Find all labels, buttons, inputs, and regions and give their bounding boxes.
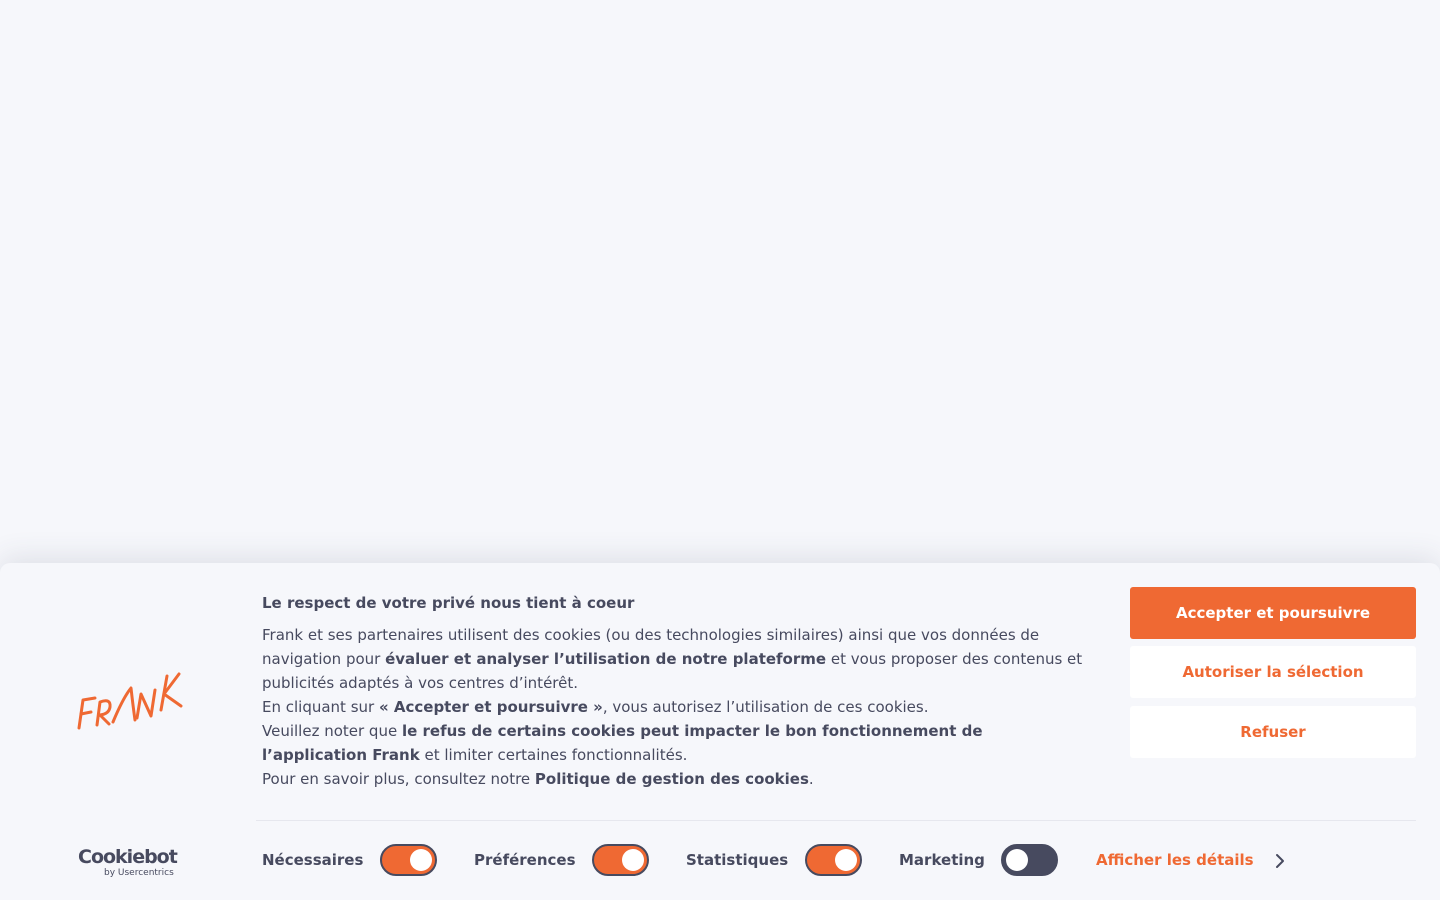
paragraph-data-usage: Frank et ses partenaires utilisent des c… xyxy=(262,626,1083,692)
banner-body: Frank et ses partenaires utilisent des c… xyxy=(262,623,1092,791)
statistics-toggle[interactable] xyxy=(805,844,862,876)
paragraph-accept-info: En cliquant sur « Accepter et poursuivre… xyxy=(262,698,929,716)
chevron-right-icon[interactable] xyxy=(1272,853,1288,869)
svg-text:Cookiebot: Cookiebot xyxy=(78,846,178,868)
marketing-toggle[interactable] xyxy=(1001,844,1058,876)
cookiebot-logo: Cookiebot by Usercentrics xyxy=(76,844,184,878)
consent-necessary-label: Nécessaires xyxy=(262,851,364,869)
consent-statistics-label: Statistiques xyxy=(686,851,789,869)
consent-marketing-label: Marketing xyxy=(899,851,985,869)
toggle-knob xyxy=(410,849,432,871)
toggle-knob xyxy=(622,849,644,871)
show-details-link[interactable]: Afficher les détails xyxy=(1096,851,1254,869)
cookie-policy-link[interactable]: Politique de gestion des cookies xyxy=(535,770,809,788)
consent-preferences-label: Préférences xyxy=(474,851,576,869)
deny-button[interactable]: Refuser xyxy=(1130,706,1416,758)
allow-selection-button[interactable]: Autoriser la sélection xyxy=(1130,646,1416,698)
consent-necessary: Nécessaires xyxy=(262,843,363,877)
accept-button[interactable]: Accepter et poursuivre xyxy=(1130,587,1416,639)
paragraph-policy: Pour en savoir plus, consultez notre Pol… xyxy=(262,770,814,788)
svg-text:by Usercentrics: by Usercentrics xyxy=(104,868,174,878)
toggle-knob xyxy=(1006,849,1028,871)
banner-title: Le respect de votre privé nous tient à c… xyxy=(262,594,635,612)
consent-statistics: Statistiques xyxy=(686,843,788,877)
consent-preferences: Préférences xyxy=(474,843,576,877)
frank-logo xyxy=(75,670,185,732)
divider xyxy=(256,820,1416,821)
paragraph-refusal-warning: Veuillez noter que le refus de certains … xyxy=(262,722,983,764)
toggle-knob xyxy=(835,849,857,871)
necessary-toggle[interactable] xyxy=(380,844,437,876)
preferences-toggle[interactable] xyxy=(592,844,649,876)
consent-marketing: Marketing xyxy=(899,843,985,877)
page: Le respect de votre privé nous tient à c… xyxy=(0,0,1440,900)
